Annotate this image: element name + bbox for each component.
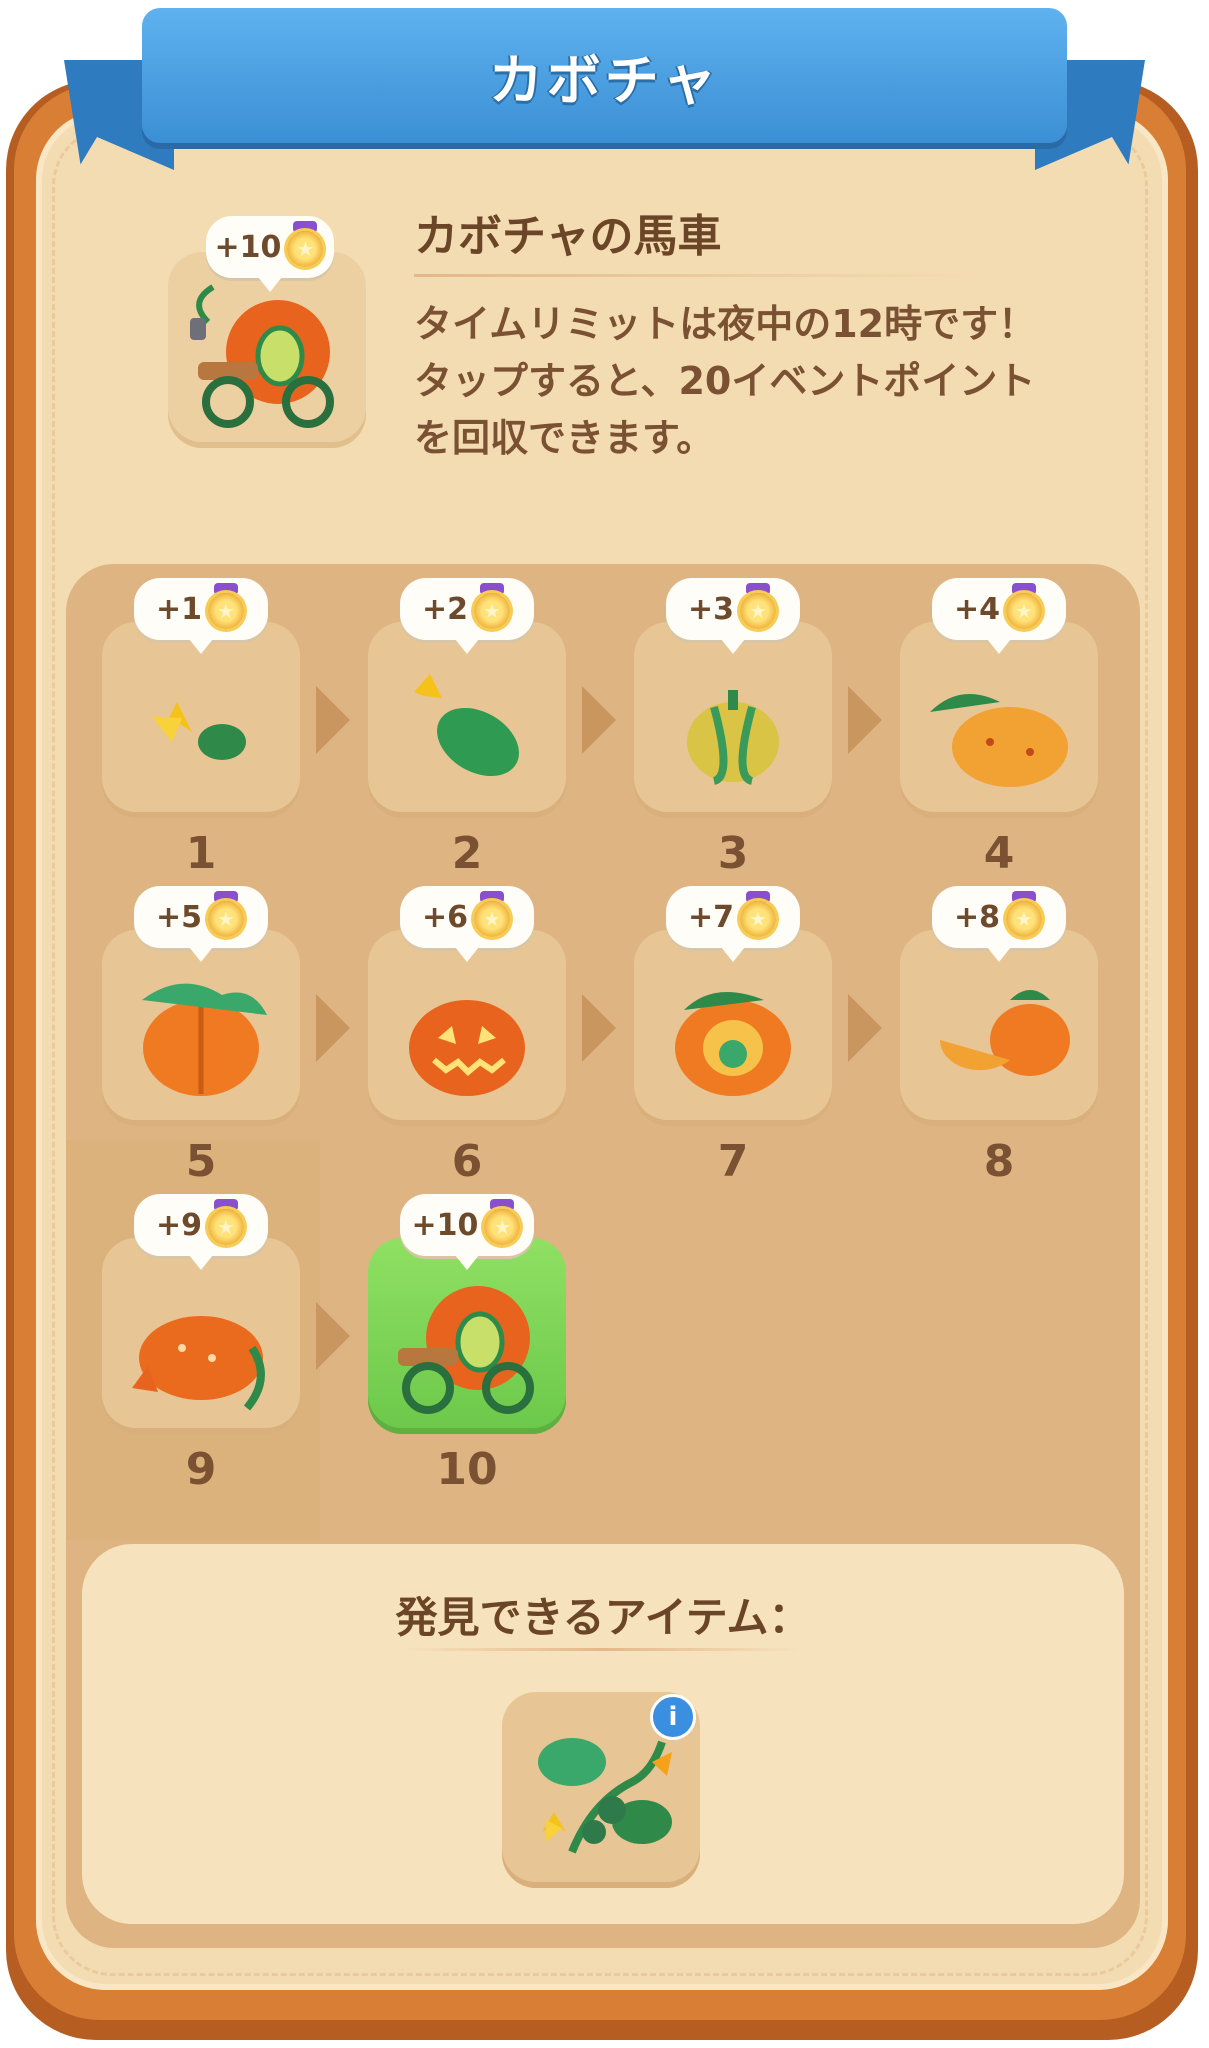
info-icon[interactable]: i	[650, 1694, 696, 1740]
points-value: +5	[155, 899, 202, 935]
points-bubble: +1 ★	[134, 578, 268, 654]
event-medal-icon: ★	[738, 891, 778, 937]
chain-level-label: 5	[185, 1136, 217, 1187]
event-medal-icon: ★	[738, 583, 778, 629]
title-underline	[414, 274, 984, 277]
event-medal-icon: ★	[1004, 891, 1044, 937]
points-bubble: +10 ★	[400, 1194, 534, 1270]
chain-arrow-icon	[848, 686, 882, 754]
chain-level-label: 1	[185, 828, 217, 879]
chain-level-label: 9	[185, 1444, 217, 1495]
discover-underline	[402, 1648, 802, 1651]
points-bubble: +5 ★	[134, 886, 268, 962]
chain-level-label: 7	[717, 1136, 749, 1187]
event-medal-icon: ★	[472, 891, 512, 937]
chain-level-label: 8	[983, 1136, 1015, 1187]
points-bubble: +6 ★	[400, 886, 534, 962]
points-bubble: +8 ★	[932, 886, 1066, 962]
points-bubble: +10 ★	[206, 216, 334, 292]
points-bubble: +7 ★	[666, 886, 800, 962]
event-medal-icon: ★	[285, 221, 325, 267]
event-medal-icon: ★	[1004, 583, 1044, 629]
event-medal-icon: ★	[206, 1199, 246, 1245]
title-ribbon: カボチャ	[142, 8, 1067, 143]
points-value: +10	[214, 229, 282, 265]
points-bubble: +2 ★	[400, 578, 534, 654]
chain-arrow-icon	[316, 686, 350, 754]
event-medal-icon: ★	[472, 583, 512, 629]
points-value: +1	[155, 591, 202, 627]
discoverable-items-title: 発見できるアイテム：	[395, 1593, 811, 1642]
chain-arrow-icon	[316, 994, 350, 1062]
item-description: タイムリミットは夜中の12時です！タップすると、20イベントポイントを回収できま…	[414, 302, 1037, 460]
chain-arrow-icon	[316, 1302, 350, 1370]
event-medal-icon: ★	[206, 583, 246, 629]
event-medal-icon: ★	[206, 891, 246, 937]
points-value: +9	[155, 1207, 202, 1243]
chain-level-label: 4	[983, 828, 1015, 879]
event-medal-icon: ★	[482, 1199, 522, 1245]
points-value: +10	[411, 1207, 479, 1243]
points-bubble: +3 ★	[666, 578, 800, 654]
points-bubble: +4 ★	[932, 578, 1066, 654]
item-name: カボチャの馬車	[414, 211, 722, 262]
points-value: +3	[687, 591, 734, 627]
chain-arrow-icon	[582, 686, 616, 754]
points-value: +4	[953, 591, 1000, 627]
chain-arrow-icon	[582, 994, 616, 1062]
points-value: +8	[953, 899, 1000, 935]
points-value: +2	[421, 591, 468, 627]
chain-level-label: 2	[451, 828, 483, 879]
points-value: +7	[687, 899, 734, 935]
chain-level-label: 3	[717, 828, 749, 879]
chain-arrow-icon	[848, 994, 882, 1062]
dialog-title: カボチャ	[488, 49, 721, 112]
points-bubble: +9 ★	[134, 1194, 268, 1270]
chain-level-label: 6	[451, 1136, 483, 1187]
discoverable-items-panel: 発見できるアイテム： i	[82, 1544, 1124, 1924]
chain-level-label: 10	[436, 1444, 498, 1495]
points-value: +6	[421, 899, 468, 935]
